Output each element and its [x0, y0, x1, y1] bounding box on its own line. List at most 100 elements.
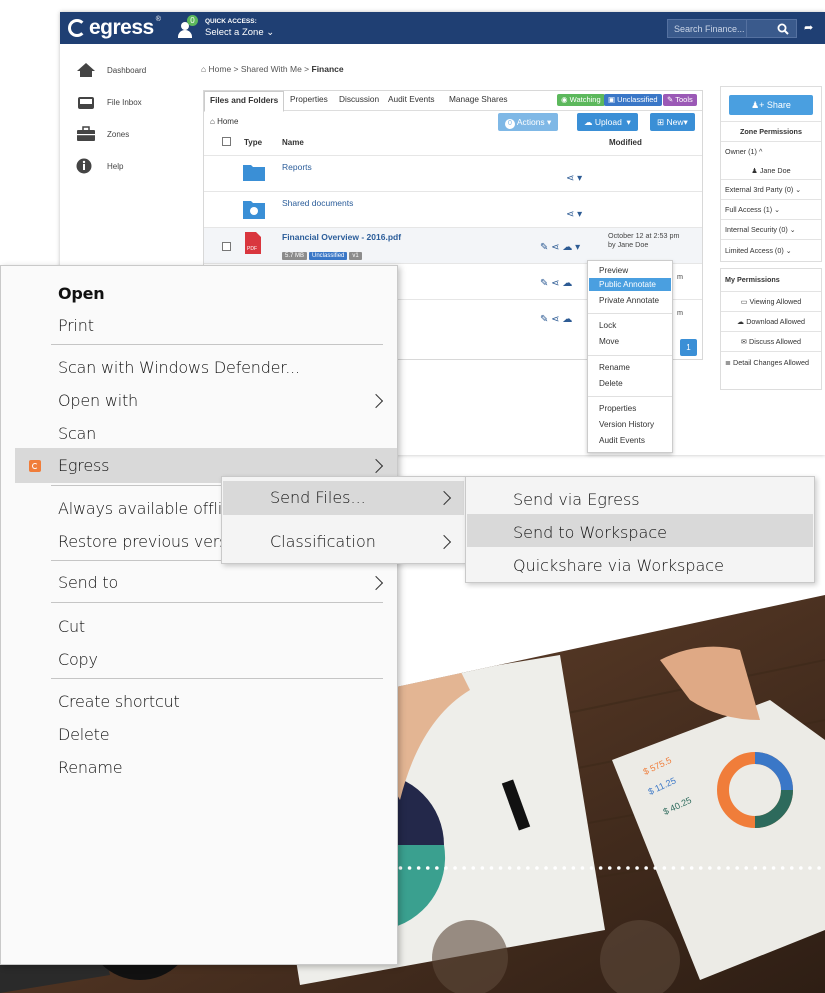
version-tag: v1	[349, 252, 362, 260]
tools-button[interactable]: ✎ Tools	[663, 94, 697, 106]
egress-submenu: Send Files... Classification	[221, 476, 466, 564]
menu-cut[interactable]: Cut	[58, 617, 85, 636]
briefcase-icon	[76, 126, 96, 142]
tab-discussion[interactable]: Discussion	[339, 94, 379, 104]
menu-private-annotate[interactable]: Private Annotate	[589, 294, 671, 307]
row-actions[interactable]: ✎ ⋖ ☁	[540, 314, 572, 325]
perm-discuss: ✉ Discuss Allowed	[721, 331, 821, 351]
egress-logo-icon	[68, 19, 86, 37]
search-button[interactable]	[747, 19, 797, 38]
menu-open-with[interactable]: Open with	[58, 391, 138, 410]
search-icon	[777, 23, 789, 35]
new-button[interactable]: ⊞ New▾	[650, 113, 695, 131]
tab-bar: Files and Folders Properties Discussion …	[204, 91, 702, 112]
classification-badge[interactable]: ▣ Unclassified	[604, 94, 662, 106]
svg-text:PDF: PDF	[247, 246, 257, 252]
share-button[interactable]: ♟+ Share	[729, 95, 813, 115]
add-user-icon: ♟+	[751, 100, 767, 110]
perm-owner[interactable]: Owner (1) ^	[721, 141, 821, 161]
menu-copy[interactable]: Copy	[58, 650, 98, 669]
table-row[interactable]: Shared documents ⋖ ▾	[204, 191, 702, 227]
menu-version-history[interactable]: Version History	[589, 418, 671, 431]
menu-scan-defender[interactable]: Scan with Windows Defender...	[58, 358, 300, 377]
perm-limited-access[interactable]: Limited Access (0) ⌄	[721, 239, 821, 261]
menu-preview[interactable]: Preview	[589, 264, 671, 277]
menu-classification[interactable]: Classification	[270, 532, 376, 551]
menu-create-shortcut[interactable]: Create shortcut	[58, 692, 180, 711]
nav-file-inbox[interactable]: File Inbox	[76, 92, 142, 112]
perm-internal-security[interactable]: Internal Security (0) ⌄	[721, 219, 821, 239]
zone-selector[interactable]: Select a Zone ⌄	[205, 27, 274, 38]
right-panel: ♟+ Share Zone Permissions Owner (1) ^ ♟ …	[720, 86, 822, 455]
menu-quickshare-workspace[interactable]: Quickshare via Workspace	[513, 556, 724, 575]
menu-properties[interactable]: Properties	[589, 402, 671, 415]
nav-zones[interactable]: Zones	[76, 124, 129, 144]
cloud-upload-icon: ☁	[584, 117, 595, 127]
tab-audit-events[interactable]: Audit Events	[388, 94, 435, 104]
file-name[interactable]: Shared documents	[282, 198, 353, 208]
tab-files-and-folders[interactable]: Files and Folders	[204, 91, 285, 112]
windows-context-menu: Open Print Scan with Windows Defender...…	[0, 265, 398, 965]
share-icon[interactable]: ⋖ ▾	[566, 173, 582, 184]
menu-print[interactable]: Print	[58, 316, 94, 335]
file-name[interactable]: Reports	[282, 162, 312, 172]
perm-owner-user: ♟ Jane Doe	[751, 166, 791, 175]
menu-audit-events[interactable]: Audit Events	[589, 434, 671, 447]
perm-external[interactable]: External 3rd Party (0) ⌄	[721, 179, 821, 199]
folder-home[interactable]: ⌂ Home	[210, 117, 238, 126]
menu-lock[interactable]: Lock	[589, 319, 671, 332]
menu-scan[interactable]: Scan	[58, 424, 96, 443]
tab-manage-shares[interactable]: Manage Shares	[449, 94, 508, 104]
user-icon: ♟	[751, 166, 760, 175]
menu-move[interactable]: Move	[589, 335, 671, 348]
table-row[interactable]: PDF Financial Overview - 2016.pdf 5.7 MB…	[204, 227, 702, 263]
zone-permissions-box: ♟+ Share Zone Permissions Owner (1) ^ ♟ …	[720, 86, 822, 262]
row-actions[interactable]: ✎ ⋖ ☁	[540, 278, 572, 289]
menu-delete[interactable]: Delete	[58, 725, 110, 744]
zone-permissions-title: Zone Permissions	[721, 121, 821, 141]
home-icon: ⌂	[201, 64, 209, 74]
table-row[interactable]: Reports ⋖ ▾	[204, 155, 702, 191]
menu-public-annotate[interactable]: Public Annotate	[589, 278, 671, 291]
nav-help[interactable]: Help	[76, 156, 123, 176]
info-icon	[76, 158, 96, 174]
file-name[interactable]: Financial Overview - 2016.pdf	[282, 232, 401, 242]
breadcrumb[interactable]: ⌂ Home > Shared With Me > Finance	[201, 64, 344, 74]
share-icon[interactable]: ⋖ ▾	[566, 209, 582, 220]
svg-text:$ 575.5: $ 575.5	[642, 755, 673, 777]
menu-rename[interactable]: Rename	[58, 758, 123, 777]
my-permissions-title: My Permissions	[725, 275, 780, 284]
my-permissions-box: My Permissions ▭ Viewing Allowed ☁ Downl…	[720, 268, 822, 390]
row-checkbox[interactable]	[222, 242, 231, 251]
perm-full-access[interactable]: Full Access (1) ⌄	[721, 199, 821, 219]
select-all-checkbox[interactable]	[222, 137, 231, 146]
menu-always-available-offline[interactable]: Always available offline	[58, 499, 242, 518]
file-tags: 5.7 MB Unclassified v1	[282, 244, 364, 262]
egress-logo[interactable]: egress ®	[68, 16, 161, 40]
row-actions[interactable]: ✎ ⋖ ☁ ▾	[540, 242, 580, 253]
menu-egress[interactable]: Egress	[58, 456, 109, 475]
menu-send-to[interactable]: Send to	[58, 573, 118, 592]
menu-send-files[interactable]: Send Files...	[270, 488, 366, 507]
logout-icon[interactable]: ➦	[804, 21, 813, 34]
search-input[interactable]: Search Finance...	[667, 19, 747, 38]
upload-button[interactable]: ☁ Upload ▾	[577, 113, 638, 131]
pagination-page-1[interactable]: 1	[680, 339, 697, 356]
watching-badge[interactable]: ◉ Watching	[557, 94, 605, 106]
file-actions-menu: Preview Public Annotate Private Annotate…	[587, 260, 673, 453]
menu-delete[interactable]: Delete	[589, 377, 671, 390]
menu-rename[interactable]: Rename	[589, 361, 671, 374]
file-size: 5.7 MB	[282, 252, 308, 260]
menu-send-to-workspace[interactable]: Send to Workspace	[513, 523, 667, 542]
menu-send-via-egress[interactable]: Send via Egress	[513, 490, 640, 509]
wrench-icon: ✎	[667, 95, 676, 104]
modified-by: by Jane Doe	[608, 240, 649, 249]
egress-icon	[29, 460, 41, 472]
list-icon: ≣	[725, 358, 734, 367]
chevron-right-icon	[436, 534, 452, 550]
actions-button[interactable]: 0 Actions ▾	[498, 113, 559, 131]
nav-dashboard[interactable]: Dashboard	[76, 60, 146, 80]
menu-open[interactable]: Open	[58, 284, 105, 303]
tab-properties[interactable]: Properties	[290, 94, 328, 104]
inbox-icon	[76, 94, 96, 110]
